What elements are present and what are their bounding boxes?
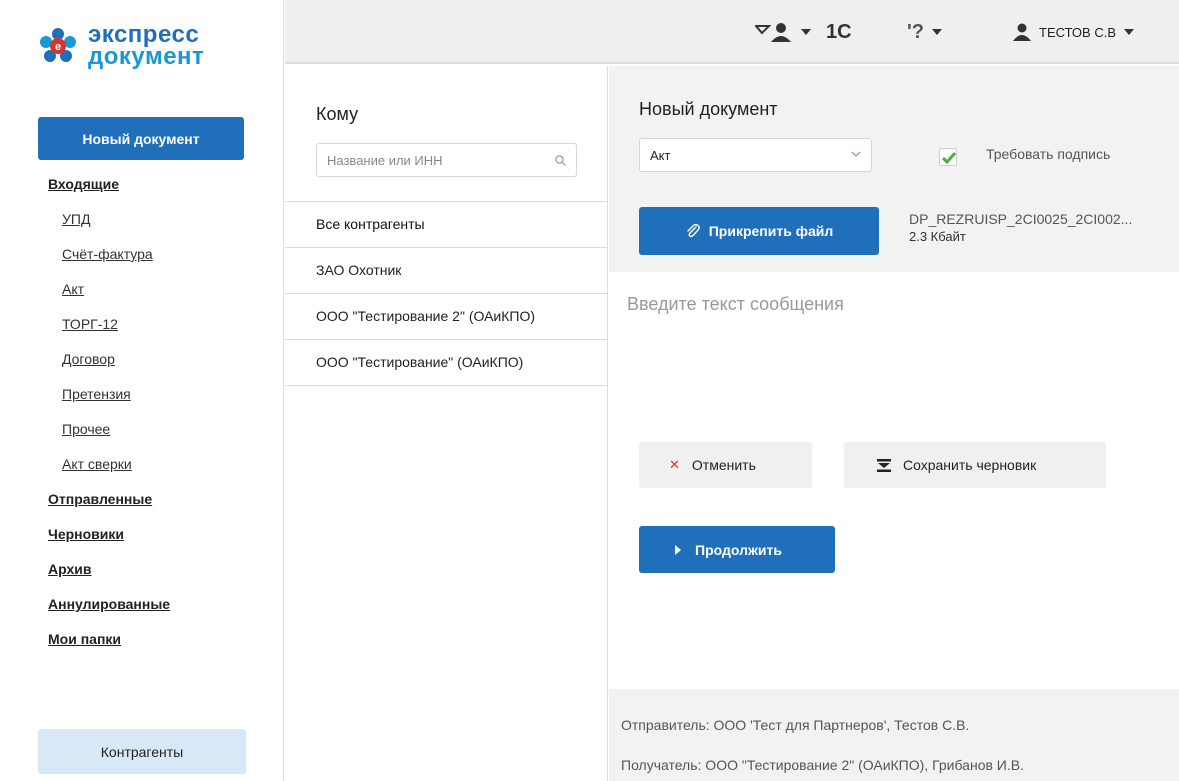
play-icon — [675, 544, 681, 555]
continue-button[interactable]: Продолжить — [639, 526, 835, 573]
document-title: Новый документ — [639, 99, 778, 119]
chevron-down-icon — [931, 29, 942, 35]
chevron-down-icon — [851, 151, 861, 157]
contractor-item[interactable]: ЗАО Охотник — [285, 247, 607, 293]
messages-menu[interactable] — [755, 0, 811, 64]
contractor-item[interactable]: ООО "Тестирование" (ОАиКПО) — [285, 339, 607, 386]
sidebar-item-reconciliation[interactable]: Акт сверки — [0, 456, 284, 472]
sidebar-item-archive[interactable]: Архив — [0, 561, 284, 577]
attached-file-size: 2.3 Кбайт — [909, 229, 966, 244]
sidebar-item-incoming[interactable]: Входящие — [0, 176, 284, 192]
user-icon — [1013, 23, 1031, 41]
attach-file-label: Прикрепить файл — [708, 223, 834, 239]
recipient-panel: Кому Все контрагенты ЗАО Охотник ООО "Те… — [285, 66, 608, 781]
sidebar-item-other[interactable]: Прочее — [0, 421, 284, 437]
document-footer: Отправитель: ООО 'Тест для Партнеров', Т… — [609, 689, 1179, 781]
search-box — [316, 143, 577, 177]
sidebar-item-invoice[interactable]: Счёт-фактура — [0, 246, 284, 262]
sidebar-item-upd[interactable]: УПД — [0, 211, 284, 227]
help-icon: '? — [907, 20, 924, 43]
top-bar: 1С '? ТЕСТОВ С.В — [285, 0, 1179, 64]
sidebar-item-cancelled[interactable]: Аннулированные — [0, 596, 284, 612]
attach-file-button[interactable]: Прикрепить файл — [639, 207, 879, 255]
sender-info: Отправитель: ООО 'Тест для Партнеров', Т… — [621, 717, 970, 733]
help-menu[interactable]: '? — [907, 0, 942, 64]
save-draft-button[interactable]: Сохранить черновик — [844, 442, 1106, 488]
contractor-item[interactable]: ООО "Тестирование 2" (ОАиКПО) — [285, 293, 607, 339]
svg-text:e: e — [55, 41, 61, 53]
require-signature-label: Требовать подпись — [986, 146, 1111, 162]
sidebar-item-sent[interactable]: Отправленные — [0, 491, 284, 507]
onec-label: 1С — [826, 20, 852, 43]
sidebar-item-contract[interactable]: Договор — [0, 351, 284, 367]
search-input[interactable] — [327, 144, 547, 176]
recipient-info: Получатель: ООО "Тестирование 2" (ОАиКПО… — [621, 757, 1024, 773]
sidebar-item-drafts[interactable]: Черновики — [0, 526, 284, 542]
checkmark-icon — [941, 152, 957, 165]
user-menu[interactable]: ТЕСТОВ С.В — [1013, 0, 1134, 64]
sidebar-item-torg12[interactable]: ТОРГ-12 — [0, 316, 284, 332]
require-signature-checkbox[interactable] — [939, 148, 957, 166]
chevron-down-icon — [801, 29, 811, 35]
chevron-down-icon — [1124, 29, 1134, 35]
continue-label: Продолжить — [695, 541, 782, 558]
sidebar-item-act[interactable]: Акт — [0, 281, 284, 297]
sidebar-item-my-folders[interactable]: Мои папки — [0, 631, 284, 647]
contractor-list: Все контрагенты ЗАО Охотник ООО "Тестиро… — [285, 201, 607, 386]
cancel-button[interactable]: ✕ Отменить — [639, 442, 812, 488]
search-icon[interactable] — [555, 155, 566, 166]
cancel-label: Отменить — [691, 457, 756, 473]
logo-text: экспресс документ — [88, 23, 205, 70]
attached-file-name[interactable]: DP_REZRUISP_2CI0025_2CI002... — [909, 211, 1132, 227]
onec-menu[interactable]: 1С — [826, 0, 852, 64]
save-draft-label: Сохранить черновик — [903, 457, 1037, 473]
message-textarea[interactable] — [627, 294, 1167, 414]
logo-icon: e — [40, 28, 76, 62]
sidebar-item-claim[interactable]: Претензия — [0, 386, 284, 402]
recipient-title: Кому — [316, 104, 359, 124]
document-type-select[interactable]: Акт — [639, 138, 872, 172]
messages-icon — [755, 23, 791, 42]
save-icon — [877, 458, 891, 472]
contractor-item-all[interactable]: Все контрагенты — [285, 201, 607, 247]
logo-line2: документ — [88, 43, 205, 70]
user-name: ТЕСТОВ С.В — [1039, 24, 1116, 40]
document-type-value: Акт — [650, 147, 671, 163]
document-panel: Новый документ Акт Требовать подпись При… — [609, 66, 1179, 781]
sidebar-nav: Входящие УПД Счёт-фактура Акт ТОРГ-12 До… — [0, 170, 284, 647]
logo[interactable]: e экспресс документ — [38, 23, 205, 70]
paperclip-icon — [687, 223, 700, 238]
new-document-button[interactable]: Новый документ — [38, 117, 244, 160]
close-icon: ✕ — [669, 457, 680, 472]
document-header: Новый документ Акт Требовать подпись При… — [609, 66, 1179, 272]
contractors-button[interactable]: Контрагенты — [38, 729, 246, 774]
sidebar: e экспресс документ Новый документ Входя… — [0, 0, 284, 781]
